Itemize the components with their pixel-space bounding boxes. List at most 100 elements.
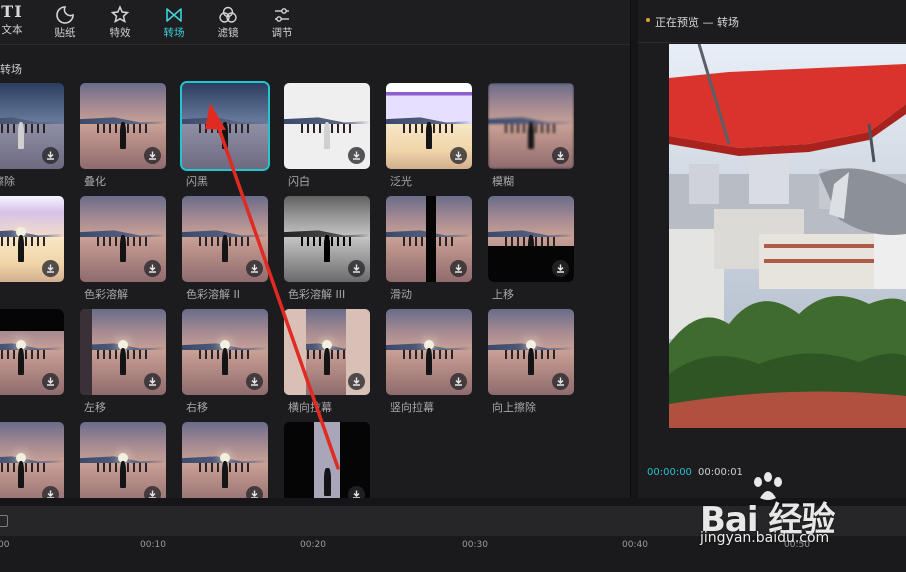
preview-status-dot: [646, 18, 650, 22]
tab-transition-label: 转场: [163, 27, 185, 39]
transition-tile[interactable]: [488, 83, 574, 169]
download-icon[interactable]: [42, 147, 59, 164]
tab-sticker-label: 贴纸: [54, 27, 76, 39]
download-icon[interactable]: [450, 373, 467, 390]
transition-label: 闪白: [288, 175, 310, 188]
transition-tile[interactable]: [182, 309, 268, 395]
tab-sticker[interactable]: 贴纸: [41, 2, 89, 44]
preview-title: 正在预览 — 转场: [655, 16, 739, 29]
ruler-tick: 00:20: [300, 540, 326, 550]
download-icon[interactable]: [348, 260, 365, 277]
transition-label: 泛光: [390, 175, 412, 188]
ruler-tick: 00:50: [784, 540, 810, 550]
download-icon[interactable]: [42, 260, 59, 277]
transition-label: 色彩溶解 II: [186, 288, 240, 301]
sticker-icon: [56, 6, 74, 24]
transition-label: 竖向拉幕: [390, 401, 434, 414]
transition-tile[interactable]: [284, 309, 370, 395]
tab-adjust[interactable]: 调节: [258, 2, 306, 44]
transition-label: 上移: [492, 288, 514, 301]
transition-tile[interactable]: [284, 196, 370, 282]
ruler-tick: 00:30: [462, 540, 488, 550]
transition-label: 叠化: [84, 175, 106, 188]
download-icon[interactable]: [144, 260, 161, 277]
download-icon[interactable]: [246, 260, 263, 277]
transition-tile[interactable]: [0, 309, 64, 395]
download-icon[interactable]: [246, 373, 263, 390]
transition-tile[interactable]: [80, 309, 166, 395]
transition-tile[interactable]: [80, 83, 166, 169]
download-icon[interactable]: [42, 486, 59, 498]
download-icon[interactable]: [144, 147, 161, 164]
transition-tile[interactable]: [80, 196, 166, 282]
download-icon[interactable]: [348, 373, 365, 390]
media-panel: TI 文本 贴纸 特效 转场 滤镜 调节 转场 除 叠化 闪黑 闪白 泛光 模糊…: [0, 0, 631, 498]
download-icon[interactable]: [144, 486, 161, 498]
transition-label: 加: [0, 288, 72, 302]
transition-tile[interactable]: [386, 196, 472, 282]
ruler-tick: 00: [0, 540, 10, 550]
tab-effects[interactable]: 特效: [96, 2, 144, 44]
transition-tile[interactable]: [386, 83, 472, 169]
adjust-sliders-icon: [275, 8, 289, 22]
transition-label: 色彩溶解: [84, 288, 128, 301]
text-icon: TI: [1, 2, 23, 21]
transition-tile[interactable]: [0, 196, 64, 282]
transition-tile[interactable]: [488, 196, 574, 282]
total-time: 00:00:01: [698, 467, 743, 478]
transition-tile[interactable]: [80, 422, 166, 498]
tab-filter[interactable]: 滤镜: [204, 2, 252, 44]
transition-label: 向上擦除: [492, 401, 536, 414]
transition-tile[interactable]: [0, 422, 64, 498]
download-icon[interactable]: [552, 260, 569, 277]
effects-star-icon: [110, 5, 130, 24]
transition-tile[interactable]: [0, 83, 64, 169]
transition-label: 移: [0, 401, 72, 415]
download-icon[interactable]: [246, 486, 263, 498]
tab-text[interactable]: TI 文本: [0, 2, 36, 44]
transition-label: 模糊: [492, 175, 514, 188]
preview-frame-image: [669, 44, 906, 428]
transition-tile[interactable]: [488, 309, 574, 395]
ruler-tick: 00:40: [622, 540, 648, 550]
transition-label: 横向拉幕: [288, 401, 332, 414]
transition-tile[interactable]: [182, 422, 268, 498]
transition-label: 色彩溶解 III: [288, 288, 346, 301]
tab-adjust-label: 调节: [271, 27, 293, 39]
transition-tile[interactable]: [386, 309, 472, 395]
filter-circles-icon: [219, 6, 237, 23]
timeline-toolbar: [0, 506, 906, 537]
transition-tile[interactable]: [182, 196, 268, 282]
preview-panel: 正在预览 — 转场 00:00:00 00:00:01: [638, 0, 906, 498]
transition-tile[interactable]: [284, 83, 370, 169]
download-icon[interactable]: [144, 373, 161, 390]
download-icon[interactable]: [450, 260, 467, 277]
tab-filter-label: 滤镜: [217, 27, 239, 39]
transition-thumbnail: [182, 83, 268, 169]
transition-label: 右移: [186, 401, 208, 414]
preview-header: 正在预览 — 转场: [638, 0, 906, 43]
transition-label: 滑动: [390, 288, 412, 301]
tab-transition[interactable]: 转场: [150, 2, 198, 44]
transition-label: 变擦除: [0, 175, 15, 188]
download-icon[interactable]: [450, 147, 467, 164]
download-icon[interactable]: [552, 147, 569, 164]
preview-video[interactable]: [669, 44, 906, 428]
download-icon[interactable]: [348, 147, 365, 164]
transition-bowtie-icon: [166, 8, 182, 22]
timeline[interactable]: 00 00:10 00:20 00:30 00:40 00:50: [0, 506, 906, 572]
transition-label: 左移: [84, 401, 106, 414]
download-icon[interactable]: [42, 373, 59, 390]
download-icon[interactable]: [348, 486, 365, 498]
timeline-track-icon[interactable]: [0, 515, 8, 527]
transition-label: 闪黑: [186, 175, 208, 188]
timeline-ruler[interactable]: 00 00:10 00:20 00:30 00:40 00:50: [0, 536, 906, 572]
download-icon[interactable]: [552, 373, 569, 390]
tab-text-label: 文本: [1, 24, 23, 36]
ruler-tick: 00:10: [140, 540, 166, 550]
current-time: 00:00:00: [647, 467, 692, 478]
transition-tile[interactable]: [182, 83, 268, 169]
transition-tile[interactable]: [284, 422, 370, 498]
tab-effects-label: 特效: [109, 27, 131, 39]
section-title: 转场: [0, 63, 22, 76]
